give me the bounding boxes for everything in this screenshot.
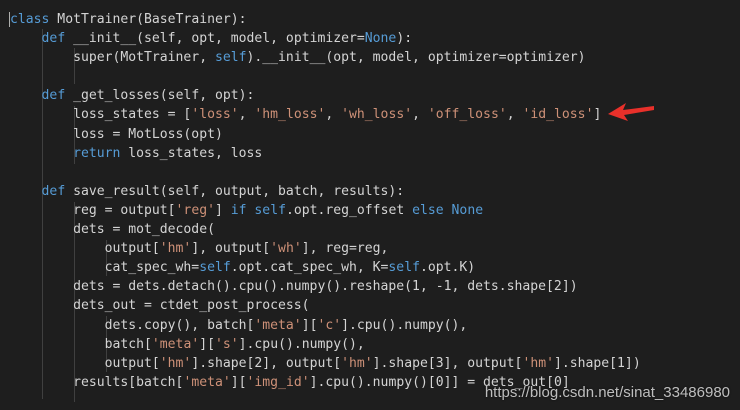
- code-token: save_result(self, output, batch, results…: [65, 183, 405, 199]
- code-token: 'hm': [159, 355, 192, 371]
- code-token: ][: [301, 317, 318, 333]
- code-token: ], reg=reg,: [301, 241, 389, 257]
- code-token: .opt.K): [419, 260, 476, 276]
- code-token: def: [41, 88, 66, 104]
- code-line[interactable]: class MotTrainer(BaseTrainer):: [9, 10, 740, 29]
- code-line[interactable]: batch['meta']['s'].cpu().numpy(),: [10, 335, 740, 354]
- code-line[interactable]: dets = dets.detach().cpu().numpy().resha…: [10, 277, 740, 296]
- code-line[interactable]: [10, 163, 740, 182]
- code-token: ].shape[2], output[: [191, 355, 342, 371]
- code-token: ,: [238, 107, 255, 123]
- code-token: return: [73, 145, 121, 161]
- code-line[interactable]: def __init__(self, opt, model, optimizer…: [10, 29, 740, 48]
- code-line[interactable]: def save_result(self, output, batch, res…: [10, 182, 740, 201]
- code-line[interactable]: super(MotTrainer, self).__init__(opt, mo…: [10, 48, 740, 67]
- code-line[interactable]: [10, 67, 740, 86]
- code-line[interactable]: reg = output['reg'] if self.opt.reg_offs…: [10, 201, 740, 220]
- code-token: ,: [325, 107, 342, 123]
- code-token: ].cpu().numpy(),: [238, 336, 365, 352]
- code-token: 'wh': [270, 241, 302, 257]
- code-token: 'meta': [254, 317, 302, 333]
- code-token: MotTrainer(BaseTrainer):: [49, 12, 247, 27]
- code-token: ]: [593, 107, 602, 123]
- code-line[interactable]: output['hm'].shape[2], output['hm'].shap…: [10, 354, 740, 373]
- code-token: None: [451, 202, 484, 218]
- code-token: ], output[: [191, 241, 271, 257]
- red-arrow-icon: [608, 103, 654, 121]
- code-token: dets.copy(), batch[: [10, 317, 255, 333]
- code-token: 's': [215, 336, 239, 352]
- code-editor[interactable]: class MotTrainer(BaseTrainer): def __ini…: [0, 0, 740, 410]
- code-token: cat_spec_wh=: [10, 260, 200, 276]
- code-token: 'wh_loss': [341, 107, 413, 123]
- code-token: 'meta': [151, 336, 200, 352]
- code-token: class: [10, 12, 50, 27]
- code-token: 'hm_loss': [254, 107, 326, 123]
- code-line[interactable]: output['hm'], output['wh'], reg=reg,: [10, 239, 740, 258]
- code-token: self: [214, 50, 247, 66]
- code-token: output[: [10, 355, 160, 371]
- code-token: .opt.cat_spec_wh, K=: [230, 260, 389, 276]
- code-token: dets = mot_decode(: [10, 222, 215, 238]
- code-token: output[: [10, 241, 160, 257]
- code-token: def: [41, 31, 66, 47]
- code-token: __init__(self, opt, model, optimizer=: [65, 31, 365, 47]
- code-token: self: [254, 202, 286, 218]
- code-token: loss_states, loss: [120, 145, 263, 161]
- code-token: ].shape[3], output[: [372, 355, 523, 371]
- code-token: ).__init__(opt, model, optimizer=optimiz…: [246, 50, 586, 66]
- code-line[interactable]: loss = MotLoss(opt): [10, 125, 740, 144]
- code-token: batch[: [10, 336, 152, 352]
- code-token: loss = MotLoss(opt): [10, 126, 223, 142]
- code-token: 'hm': [522, 355, 554, 371]
- code-token: results[batch[: [10, 374, 184, 390]
- code-token: .opt.reg_offset: [285, 202, 413, 218]
- code-token: None: [364, 31, 397, 47]
- code-token: 'id_loss': [522, 107, 594, 123]
- code-token: def: [41, 183, 66, 199]
- code-token: self: [388, 260, 420, 276]
- code-token: 'loss': [191, 107, 239, 123]
- code-line[interactable]: dets.copy(), batch['meta']['c'].cpu().nu…: [10, 316, 740, 335]
- code-token: dets = dets.detach().cpu().numpy().resha…: [10, 279, 578, 295]
- code-token: ,: [506, 107, 523, 123]
- code-token: ][: [199, 336, 215, 352]
- code-token: 'meta': [183, 374, 231, 390]
- code-token: else: [412, 202, 444, 218]
- code-token: ][: [230, 374, 247, 390]
- code-token: 'off_loss': [427, 107, 507, 123]
- code-line[interactable]: dets = mot_decode(: [10, 220, 740, 239]
- code-token: if: [230, 202, 247, 218]
- code-token: dets_out = ctdet_post_process(: [10, 298, 310, 314]
- code-line[interactable]: dets_out = ctdet_post_process(: [10, 296, 740, 315]
- code-token: reg = output[: [10, 202, 176, 218]
- code-token: 'hm': [159, 241, 192, 257]
- code-token: super(MotTrainer,: [10, 50, 215, 66]
- watermark: https://blog.csdn.net/sinat_33486980: [484, 384, 730, 401]
- code-token: loss_states = [: [10, 107, 192, 123]
- code-token: 'img_id': [246, 374, 310, 390]
- code-line[interactable]: return loss_states, loss: [10, 144, 740, 163]
- code-token: ):: [396, 31, 413, 47]
- code-line[interactable]: cat_spec_wh=self.opt.cat_spec_wh, K=self…: [10, 258, 740, 277]
- code-token: ].cpu().numpy(),: [341, 317, 468, 333]
- code-token: ].shape[1]): [553, 355, 641, 371]
- code-lines[interactable]: class MotTrainer(BaseTrainer): def __ini…: [9, 10, 740, 392]
- code-token: ,: [412, 107, 428, 123]
- code-token: 'c': [317, 317, 342, 333]
- code-token: ]: [214, 202, 231, 218]
- code-token: 'reg': [175, 202, 215, 218]
- code-token: self: [199, 260, 231, 276]
- code-token: _get_losses(self, opt):: [65, 88, 255, 104]
- code-token: 'hm': [341, 355, 373, 371]
